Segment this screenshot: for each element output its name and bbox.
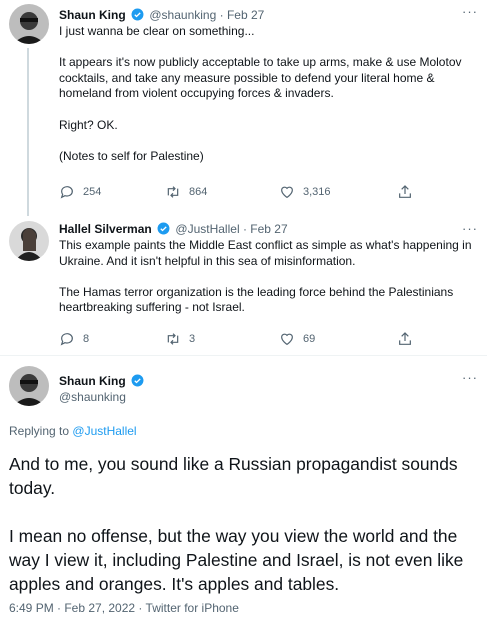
verified-icon bbox=[131, 8, 144, 21]
divider bbox=[0, 355, 487, 356]
tweet-paragraph: I just wanna be clear on something... bbox=[59, 24, 255, 38]
tweet-paragraph: I mean no offense, but the way you view … bbox=[9, 526, 464, 594]
share-icon bbox=[399, 332, 411, 345]
reply-icon bbox=[60, 333, 73, 346]
avatar[interactable] bbox=[9, 221, 49, 261]
main-tweet-text: And to me, you sound like a Russian prop… bbox=[9, 452, 475, 596]
retweet-button[interactable]: 3 bbox=[165, 331, 195, 347]
replying-to: Replying to @JustHallel bbox=[9, 424, 137, 438]
reply-icon bbox=[60, 186, 73, 199]
reply-button[interactable]: 8 bbox=[59, 331, 89, 347]
tweet-header: Shaun King @shaunking · Feb 27 bbox=[59, 8, 264, 22]
display-name-text[interactable]: Shaun King bbox=[59, 374, 126, 388]
like-icon bbox=[281, 333, 293, 346]
tweet-paragraph: The Hamas terror organization is the lea… bbox=[59, 284, 454, 315]
tweet-paragraph: And to me, you sound like a Russian prop… bbox=[9, 454, 458, 498]
tweet-actions: 254 864 3,316 bbox=[59, 184, 419, 202]
separator: · bbox=[242, 222, 247, 236]
like-count: 69 bbox=[303, 333, 316, 345]
tweet-shaunking[interactable]: Shaun King @shaunking · Feb 27 ··· I jus… bbox=[0, 0, 487, 216]
reply-count: 254 bbox=[83, 186, 102, 198]
retweet-count: 864 bbox=[189, 186, 208, 198]
share-button[interactable] bbox=[397, 184, 413, 200]
tweet-actions: 8 3 69 bbox=[59, 331, 419, 349]
display-name[interactable]: Shaun King bbox=[59, 8, 126, 22]
tweet-header: Hallel Silverman @JustHallel · Feb 27 bbox=[59, 222, 288, 236]
tweet-paragraph: It appears it's now publicly acceptable … bbox=[59, 55, 462, 101]
more-icon[interactable]: ··· bbox=[462, 370, 478, 385]
retweet-icon bbox=[167, 186, 179, 198]
like-count: 3,316 bbox=[303, 186, 331, 198]
tweet-text: I just wanna be clear on something... It… bbox=[59, 24, 475, 164]
verified-icon bbox=[131, 374, 144, 387]
display-name[interactable]: Shaun King bbox=[59, 374, 146, 388]
tweet-paragraph: Right? OK. bbox=[59, 117, 118, 132]
reply-count: 8 bbox=[83, 333, 90, 345]
like-button[interactable]: 69 bbox=[279, 331, 315, 347]
tweet-text: This example paints the Middle East conf… bbox=[59, 238, 475, 316]
tweet-meta[interactable]: 6:49 PM · Feb 27, 2022 · Twitter for iPh… bbox=[9, 601, 239, 615]
handle[interactable]: @shaunking bbox=[59, 390, 126, 404]
share-icon bbox=[399, 185, 411, 198]
tweet-justhallel[interactable]: Hallel Silverman @JustHallel · Feb 27 ··… bbox=[0, 213, 487, 355]
retweet-icon bbox=[167, 333, 179, 345]
avatar[interactable] bbox=[9, 366, 49, 406]
tweet-paragraph: This example paints the Middle East conf… bbox=[59, 238, 472, 268]
reply-button[interactable]: 254 bbox=[59, 184, 101, 200]
replying-to-link[interactable]: @JustHallel bbox=[72, 424, 136, 438]
thread-line bbox=[27, 48, 29, 216]
replying-prefix: Replying to bbox=[9, 424, 70, 438]
handle[interactable]: @JustHallel bbox=[175, 222, 239, 236]
avatar[interactable] bbox=[9, 4, 49, 44]
tweet-paragraph: (Notes to self for Palestine) bbox=[59, 148, 204, 163]
retweet-button[interactable]: 864 bbox=[165, 184, 207, 200]
verified-icon bbox=[157, 222, 170, 235]
display-name[interactable]: Hallel Silverman bbox=[59, 222, 152, 236]
handle[interactable]: @shaunking bbox=[149, 8, 216, 22]
more-icon[interactable]: ··· bbox=[462, 4, 478, 19]
separator: · bbox=[219, 8, 224, 22]
retweet-count: 3 bbox=[189, 333, 196, 345]
timestamp[interactable]: Feb 27 bbox=[250, 222, 287, 236]
like-button[interactable]: 3,316 bbox=[279, 184, 331, 200]
timestamp[interactable]: Feb 27 bbox=[227, 8, 264, 22]
like-icon bbox=[281, 186, 293, 199]
more-icon[interactable]: ··· bbox=[462, 221, 478, 236]
share-button[interactable] bbox=[397, 331, 413, 347]
